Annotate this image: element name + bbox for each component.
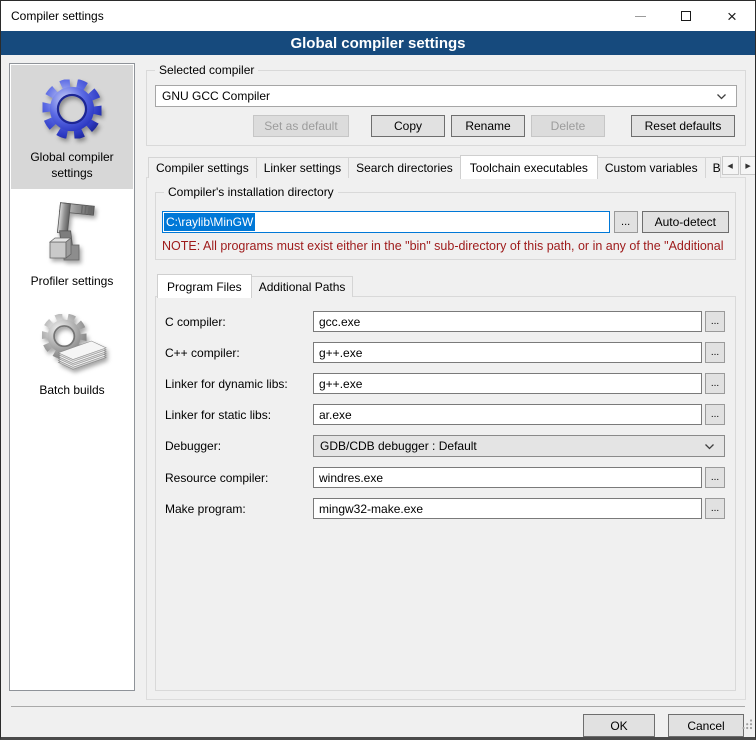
- caliper-icon: [37, 197, 107, 269]
- tab-compiler-settings[interactable]: Compiler settings: [148, 157, 257, 178]
- maximize-icon: [681, 11, 691, 21]
- bin-subdirectory-note: NOTE: All programs must exist either in …: [162, 239, 729, 253]
- gear-stack-icon: [35, 306, 109, 378]
- tab-build-options[interactable]: Build options: [705, 157, 721, 178]
- dynamic-linker-input[interactable]: [313, 373, 702, 394]
- rename-button[interactable]: Rename: [451, 115, 525, 137]
- static-linker-browse-button[interactable]: ...: [705, 404, 725, 425]
- field-row-dynamic-linker: Linker for dynamic libs: ...: [165, 373, 725, 394]
- tab-custom-variables[interactable]: Custom variables: [597, 157, 706, 178]
- installation-directory-legend: Compiler's installation directory: [164, 185, 338, 199]
- page-title: Global compiler settings: [290, 35, 465, 52]
- main-panel: Selected compiler GNU GCC Compiler Set a…: [146, 63, 746, 706]
- resize-grip[interactable]: [741, 717, 753, 735]
- settings-tabstrip: Compiler settings Linker settings Search…: [146, 155, 746, 178]
- dialog-footer: OK Cancel: [1, 706, 755, 737]
- c-compiler-browse-button[interactable]: ...: [705, 311, 725, 332]
- make-program-input[interactable]: [313, 498, 702, 519]
- minimize-button[interactable]: [617, 1, 663, 31]
- field-row-cpp-compiler: C++ compiler: ...: [165, 342, 725, 363]
- dynamic-linker-browse-button[interactable]: ...: [705, 373, 725, 394]
- tab-scroll-left-button[interactable]: ◀: [722, 156, 739, 175]
- selected-compiler-group: Selected compiler GNU GCC Compiler Set a…: [146, 70, 746, 146]
- sidebar-item-label: Batch builds: [39, 383, 104, 399]
- settings-category-list: Global compiler settings: [9, 63, 135, 691]
- field-row-debugger: Debugger: GDB/CDB debugger : Default: [165, 435, 725, 457]
- field-row-static-linker: Linker for static libs: ...: [165, 404, 725, 425]
- titlebar[interactable]: Compiler settings ×: [1, 1, 755, 31]
- resource-compiler-input[interactable]: [313, 467, 702, 488]
- programs-tabstrip: Program Files Additional Paths: [155, 274, 736, 297]
- sidebar-item-global-compiler-settings[interactable]: Global compiler settings: [11, 65, 133, 189]
- footer-buttons: OK Cancel: [1, 707, 755, 737]
- gear-blue-icon: [39, 73, 105, 145]
- make-program-label: Make program:: [165, 502, 313, 516]
- compiler-select[interactable]: GNU GCC Compiler: [155, 85, 737, 107]
- make-program-browse-button[interactable]: ...: [705, 498, 725, 519]
- field-row-c-compiler: C compiler: ...: [165, 311, 725, 332]
- c-compiler-input[interactable]: [313, 311, 702, 332]
- sidebar-item-batch-builds[interactable]: Batch builds: [11, 298, 133, 407]
- close-icon: ×: [727, 8, 737, 25]
- tab-program-files[interactable]: Program Files: [157, 274, 252, 298]
- toolchain-executables-panel: Compiler's installation directory C:\ray…: [146, 177, 746, 700]
- tab-scroll-buttons: ◀ ▶: [721, 156, 756, 175]
- cpp-compiler-browse-button[interactable]: ...: [705, 342, 725, 363]
- dialog-body: Global compiler settings: [1, 55, 755, 706]
- chevron-down-icon: [704, 443, 715, 450]
- cpp-compiler-input[interactable]: [313, 342, 702, 363]
- chevron-down-icon: [716, 93, 727, 100]
- ok-button[interactable]: OK: [583, 714, 655, 737]
- delete-button[interactable]: Delete: [531, 115, 605, 137]
- installation-directory-browse-button[interactable]: ...: [614, 211, 638, 233]
- sidebar-item-profiler-settings[interactable]: Profiler settings: [11, 189, 133, 298]
- chevron-left-icon: ◀: [727, 162, 732, 170]
- sidebar-item-label: Profiler settings: [31, 274, 114, 290]
- minimize-icon: [635, 16, 646, 17]
- debugger-select-value: GDB/CDB debugger : Default: [320, 439, 477, 453]
- dynamic-linker-label: Linker for dynamic libs:: [165, 377, 313, 391]
- installation-directory-input[interactable]: C:\raylib\MinGW: [162, 211, 610, 233]
- reset-defaults-button[interactable]: Reset defaults: [631, 115, 735, 137]
- tab-additional-paths[interactable]: Additional Paths: [251, 276, 354, 297]
- window-controls: ×: [617, 1, 755, 31]
- debugger-select[interactable]: GDB/CDB debugger : Default: [313, 435, 725, 457]
- installation-directory-group: Compiler's installation directory C:\ray…: [155, 192, 736, 260]
- field-row-resource-compiler: Resource compiler: ...: [165, 467, 725, 488]
- sidebar-item-label: Global compiler settings: [14, 150, 130, 181]
- tab-search-directories[interactable]: Search directories: [348, 157, 461, 178]
- field-row-make-program: Make program: ...: [165, 498, 725, 519]
- copy-button[interactable]: Copy: [371, 115, 445, 137]
- program-files-panel: C compiler: ... C++ compiler: ... Linker…: [155, 296, 736, 691]
- auto-detect-button[interactable]: Auto-detect: [642, 211, 729, 233]
- debugger-label: Debugger:: [165, 439, 313, 453]
- static-linker-label: Linker for static libs:: [165, 408, 313, 422]
- static-linker-input[interactable]: [313, 404, 702, 425]
- close-button[interactable]: ×: [709, 1, 755, 31]
- set-as-default-button[interactable]: Set as default: [253, 115, 349, 137]
- c-compiler-label: C compiler:: [165, 315, 313, 329]
- maximize-button[interactable]: [663, 1, 709, 31]
- selected-compiler-legend: Selected compiler: [155, 63, 258, 77]
- resource-compiler-browse-button[interactable]: ...: [705, 467, 725, 488]
- chevron-right-icon: ▶: [745, 162, 750, 170]
- installation-directory-value: C:\raylib\MinGW: [164, 213, 255, 231]
- resource-compiler-label: Resource compiler:: [165, 471, 313, 485]
- window-title: Compiler settings: [1, 9, 104, 23]
- compiler-settings-dialog: Compiler settings × Global compiler sett…: [0, 0, 756, 740]
- cpp-compiler-label: C++ compiler:: [165, 346, 313, 360]
- tab-scroll-right-button[interactable]: ▶: [740, 156, 756, 175]
- compiler-select-value: GNU GCC Compiler: [162, 89, 270, 103]
- installation-directory-row: C:\raylib\MinGW ... Auto-detect: [162, 211, 729, 233]
- cancel-button[interactable]: Cancel: [668, 714, 744, 737]
- tab-toolchain-executables[interactable]: Toolchain executables: [460, 155, 598, 179]
- tab-linker-settings[interactable]: Linker settings: [256, 157, 349, 178]
- compiler-buttons-row: Set as default Copy Rename Delete Reset …: [155, 115, 737, 137]
- page-title-banner: Global compiler settings: [1, 31, 755, 55]
